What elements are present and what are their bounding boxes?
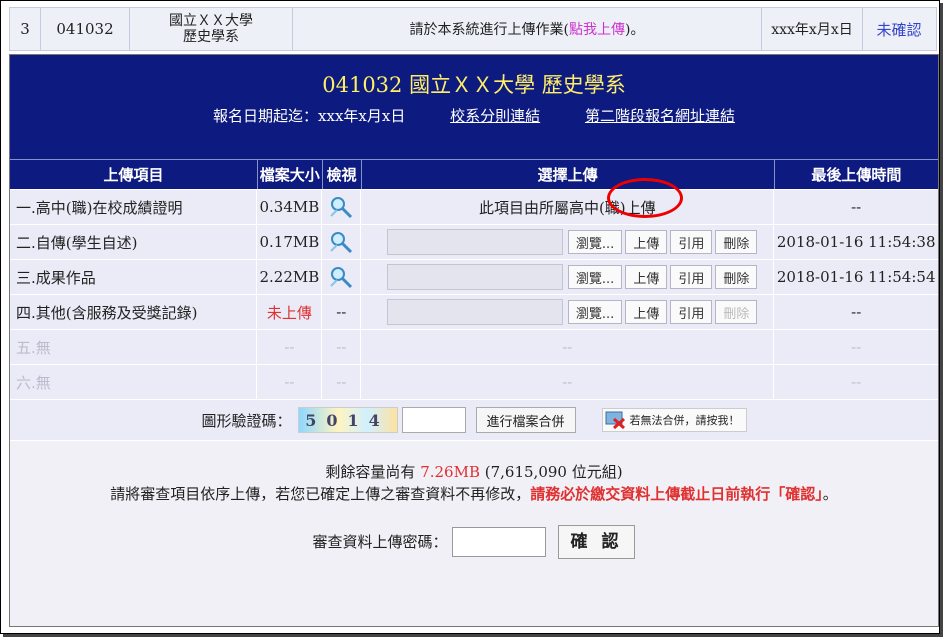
upload-time: -- xyxy=(851,338,862,356)
error-icon xyxy=(605,411,627,430)
dept-code: 041032 xyxy=(41,8,130,50)
file-path-field[interactable] xyxy=(386,229,563,255)
table-row: 四.其他(含服務及受獎記錄) 未上傳 -- 瀏覽... 上傳 引用 刪除 -- xyxy=(10,294,938,329)
upload-time: -- xyxy=(851,373,862,391)
file-path-field[interactable] xyxy=(386,299,563,325)
password-label: 審查資料上傳密碼： xyxy=(312,533,448,551)
upload-time: -- xyxy=(851,198,862,216)
page-frame: 3 041032 國立ＸＸ大學 歷史學系 請於本系統進行上傳作業(點我上傳)。 x… xyxy=(0,0,940,634)
browse-button[interactable]: 瀏覽... xyxy=(567,230,623,254)
view-cell: -- xyxy=(322,295,362,329)
captcha-label: 圖形驗證碼： xyxy=(201,411,292,430)
upload-panel: 041032 國立ＸＸ大學 歷史學系 報名日期起迄：xxx年x月x日 校系分則連… xyxy=(9,54,939,627)
delete-button: 刪除 xyxy=(715,300,758,324)
captcha-image: 5014 xyxy=(297,407,398,433)
confirm-status[interactable]: 未確認 xyxy=(863,8,935,50)
captcha-row: 圖形驗證碼： 5014 進行檔案合併 若無法合併，請按我！ xyxy=(10,399,938,440)
table-row: 二.自傳(學生自述) 0.17MB 瀏覽... 上傳 引用 刪除 2018-01… xyxy=(10,224,938,259)
file-size: 0.17MB xyxy=(257,225,323,259)
file-path-field[interactable] xyxy=(386,264,563,290)
cite-button[interactable]: 引用 xyxy=(670,265,713,289)
view-cell xyxy=(322,190,362,224)
upload-notice: 請將審查項目依序上傳，若您已確定上傳之審查資料不再修改，請務必於繳交資料上傳截止… xyxy=(110,485,838,503)
table-header: 上傳項目 檔案大小 檢視 選擇上傳 最後上傳時間 xyxy=(10,159,939,189)
col-size: 檔案大小 xyxy=(257,159,323,189)
summary-date: xxx年x月x日 xyxy=(762,8,863,50)
cite-button[interactable]: 引用 xyxy=(670,230,713,254)
upload-time: -- xyxy=(851,303,862,321)
item-label: 五.無 xyxy=(10,330,258,364)
table-row: 三.成果作品 2.22MB 瀏覽... 上傳 引用 刪除 2018-01-16 … xyxy=(10,259,938,294)
item-label: 三.成果作品 xyxy=(10,260,258,294)
table-row: 六.無 -- -- -- -- xyxy=(10,364,938,399)
footer: 剩餘容量尚有 7.26MB (7,615,090 位元組) 請將審查項目依序上傳… xyxy=(10,440,938,559)
browse-button[interactable]: 瀏覽... xyxy=(567,300,623,324)
magnifier-icon[interactable] xyxy=(328,264,354,290)
upload-time: 2018-01-16 11:54:54 xyxy=(776,268,936,286)
item-label: 二.自傳(學生自述) xyxy=(10,225,258,259)
magnifier-icon[interactable] xyxy=(328,229,354,255)
browse-button[interactable]: 瀏覽... xyxy=(567,265,623,289)
upload-controls: 瀏覽... 上傳 引用 刪除 xyxy=(361,295,775,329)
file-size: -- xyxy=(257,330,323,364)
upload-link[interactable]: 點我上傳 xyxy=(569,19,625,39)
panel-header: 041032 國立ＸＸ大學 歷史學系 報名日期起迄：xxx年x月x日 校系分則連… xyxy=(10,55,938,159)
confirm-button[interactable]: 確 認 xyxy=(557,525,636,559)
password-input[interactable] xyxy=(451,527,546,557)
merge-files-button[interactable]: 進行檔案合併 xyxy=(475,407,576,433)
col-upload: 選擇上傳 xyxy=(361,159,775,189)
upload-button[interactable]: 上傳 xyxy=(625,265,668,289)
summary-row: 3 041032 國立ＸＸ大學 歷史學系 請於本系統進行上傳作業(點我上傳)。 x… xyxy=(9,7,937,51)
remaining-capacity: 剩餘容量尚有 7.26MB (7,615,090 位元組) xyxy=(325,463,623,481)
view-cell xyxy=(322,225,362,259)
upload-note: -- xyxy=(361,330,775,364)
stage2-link[interactable]: 第二階段報名網址連結 xyxy=(585,107,735,125)
item-label: 六.無 xyxy=(10,365,258,399)
view-cell: -- xyxy=(322,365,362,399)
col-time: 最後上傳時間 xyxy=(774,159,939,189)
table-row: 五.無 -- -- -- -- xyxy=(10,329,938,364)
magnifier-icon[interactable] xyxy=(328,194,354,220)
upload-controls: 瀏覽... 上傳 引用 刪除 xyxy=(361,260,775,294)
view-cell: -- xyxy=(322,330,362,364)
upload-time: 2018-01-16 11:54:38 xyxy=(776,233,936,251)
file-size: 未上傳 xyxy=(257,295,323,329)
upload-button[interactable]: 上傳 xyxy=(625,300,668,324)
row-number: 3 xyxy=(10,8,41,50)
file-size: -- xyxy=(257,365,323,399)
item-label: 四.其他(含服務及受獎記錄) xyxy=(10,295,258,329)
delete-button[interactable]: 刪除 xyxy=(715,230,758,254)
file-size: 2.22MB xyxy=(257,260,323,294)
password-row: 審查資料上傳密碼： 確 認 xyxy=(10,525,938,559)
file-size: 0.34MB xyxy=(257,190,323,224)
deadline-text: 報名日期起迄：xxx年x月x日 xyxy=(213,107,406,125)
upload-message: 請於本系統進行上傳作業(點我上傳)。 xyxy=(293,8,762,50)
view-cell xyxy=(322,260,362,294)
merge-help-button[interactable]: 若無法合併，請按我！ xyxy=(601,408,747,432)
dept-rules-link[interactable]: 校系分則連結 xyxy=(450,107,540,125)
panel-subtitle: 報名日期起迄：xxx年x月x日 校系分則連結 第二階段報名網址連結 xyxy=(10,105,938,126)
upload-note: 此項目由所屬高中(職)上傳 xyxy=(361,190,775,224)
upload-controls: 瀏覽... 上傳 引用 刪除 xyxy=(361,225,775,259)
panel-title: 041032 國立ＸＸ大學 歷史學系 xyxy=(322,73,626,97)
item-label: 一.高中(職)在校成績證明 xyxy=(10,190,258,224)
upload-note: -- xyxy=(361,365,775,399)
delete-button[interactable]: 刪除 xyxy=(715,265,758,289)
table-row: 一.高中(職)在校成績證明 0.34MB 此項目由所屬高中(職)上傳 -- xyxy=(10,189,938,224)
col-item: 上傳項目 xyxy=(10,159,258,189)
captcha-input[interactable] xyxy=(401,407,466,433)
upload-button[interactable]: 上傳 xyxy=(625,230,668,254)
col-view: 檢視 xyxy=(322,159,362,189)
cite-button[interactable]: 引用 xyxy=(670,300,713,324)
school-name: 國立ＸＸ大學 歷史學系 xyxy=(130,8,293,50)
